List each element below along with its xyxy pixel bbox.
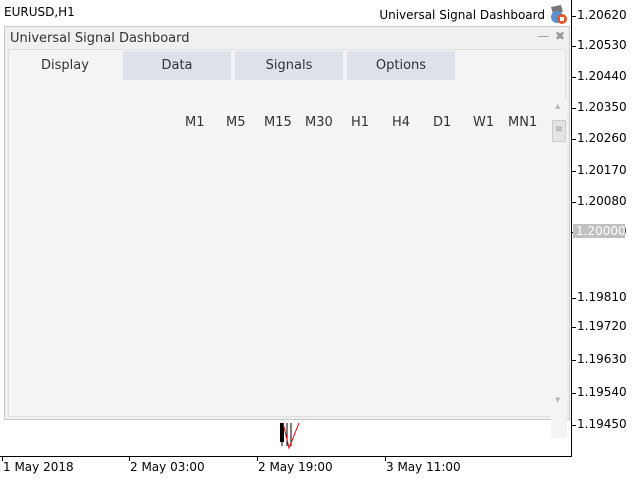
tab-signals[interactable]: Signals — [235, 51, 343, 80]
timeframe-header: M5 — [226, 115, 246, 130]
scroll-up-icon[interactable]: ▲ — [555, 102, 560, 110]
price-tick — [572, 360, 576, 361]
price-tick — [572, 202, 576, 203]
price-label: 1.20260 — [577, 131, 627, 145]
price-label: 1.20080 — [577, 194, 627, 208]
panel-title[interactable]: Universal Signal Dashboard — [10, 31, 189, 46]
candles — [280, 422, 300, 450]
price-tick — [572, 77, 576, 78]
dashboard-panel: Universal Signal Dashboard — ✖ Display D… — [4, 26, 570, 438]
timeframe-header: D1 — [433, 115, 452, 130]
scroll-down-icon[interactable]: ▼ — [555, 396, 560, 404]
symbol-label: EURUSD,H1 — [4, 5, 75, 19]
price-label: 1.20530 — [577, 38, 627, 52]
timeframe-header: H1 — [351, 115, 370, 130]
timeframe-header: W1 — [473, 115, 495, 130]
price-tick — [572, 298, 576, 299]
price-tick — [572, 16, 576, 17]
scroll-thumb[interactable]: ≡ — [552, 120, 566, 142]
price-tick — [572, 393, 576, 394]
price-tick — [572, 327, 576, 328]
price-label: 1.20170 — [577, 163, 627, 177]
expert-advisor-icon[interactable] — [548, 4, 568, 24]
timeframe-header: M15 — [264, 115, 292, 130]
ea-name-label: Universal Signal Dashboard — [379, 8, 545, 22]
price-label: 1.20350 — [577, 100, 627, 114]
price-label: 1.19720 — [577, 319, 627, 333]
close-button[interactable]: ✖ — [555, 29, 565, 43]
vertical-scrollbar[interactable]: ▲ ≡ ▼ — [551, 98, 567, 438]
timeframe-header: H4 — [392, 115, 411, 130]
price-label: 1.19540 — [577, 385, 627, 399]
time-label: 3 May 11:00 — [386, 460, 461, 474]
price-tick — [572, 108, 576, 109]
timeframe-header: MN1 — [508, 115, 538, 130]
time-label: 1 May 2018 — [3, 460, 74, 474]
panel-content: Display Data Signals Options M1 M5 M15 M… — [8, 49, 567, 438]
time-label: 2 May 19:00 — [258, 460, 333, 474]
price-tick — [572, 425, 576, 426]
minimize-button[interactable]: — — [537, 29, 549, 43]
tab-data[interactable]: Data — [123, 51, 231, 80]
price-tick — [572, 171, 576, 172]
timeframe-header: M1 — [185, 115, 205, 130]
tab-options[interactable]: Options — [347, 51, 455, 80]
price-label: 1.20440 — [577, 69, 627, 83]
price-label: 1.20620 — [577, 8, 627, 22]
time-label: 2 May 03:00 — [130, 460, 205, 474]
price-label: 1.19630 — [577, 352, 627, 366]
timeframe-header: M30 — [305, 115, 333, 130]
price-label: 1.19810 — [577, 290, 627, 304]
price-label: 1.19450 — [577, 417, 627, 431]
current-price-label: 1.20000 — [573, 224, 626, 238]
price-tick — [572, 139, 576, 140]
tab-display[interactable]: Display — [11, 51, 119, 80]
price-tick — [572, 46, 576, 47]
